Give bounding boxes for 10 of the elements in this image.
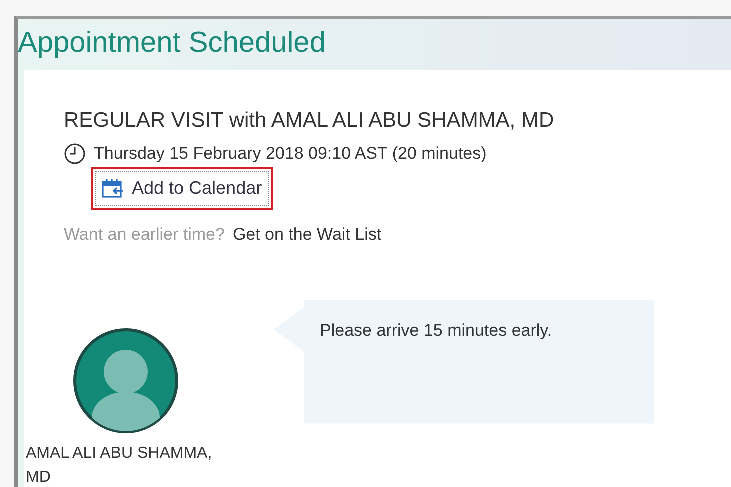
- wait-list-prompt: Want an earlier time?: [64, 224, 225, 246]
- wait-list-link[interactable]: Get on the Wait List: [232, 222, 382, 248]
- provider-message: Please arrive 15 minutes early.: [320, 320, 552, 340]
- clock-icon: [64, 142, 86, 165]
- calendar-icon: [102, 178, 124, 198]
- avatar-icon: [73, 328, 179, 434]
- provider-name: AMAL ALI ABU SHAMMA, MD: [26, 444, 214, 487]
- appointment-heading: REGULAR VISIT with AMAL ALI ABU SHAMMA, MD: [64, 108, 554, 134]
- page-title: Appointment Scheduled: [18, 26, 326, 61]
- appointment-datetime: Thursday 15 February 2018 09:10 AST (20 minutes): [94, 143, 487, 166]
